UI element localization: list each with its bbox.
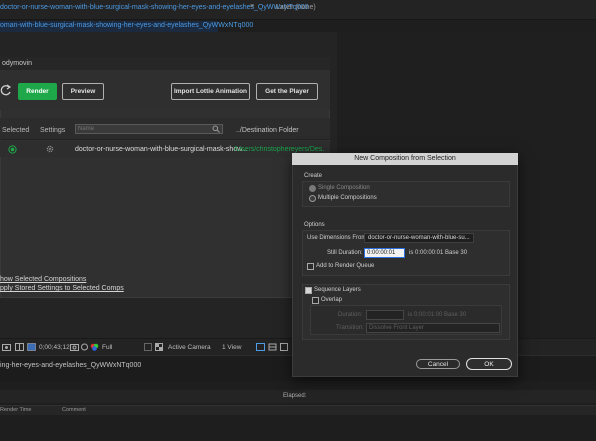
- import-lottie-button[interactable]: Import Lottie Animation: [171, 83, 250, 100]
- add-render-queue-label: Add to Render Queue: [316, 263, 375, 269]
- bodymovin-title: odymovin: [2, 60, 32, 67]
- region-of-interest-icon[interactable]: [144, 343, 152, 351]
- ok-button[interactable]: OK: [466, 358, 512, 370]
- add-render-queue-checkbox[interactable]: [307, 263, 314, 270]
- still-duration-value: 0:00:00:01: [367, 250, 396, 256]
- cancel-button[interactable]: Cancel: [416, 359, 460, 369]
- use-dims-value: doctor-or-nurse-woman-with-blue-su...: [368, 235, 470, 241]
- create-section-label: Create: [304, 173, 323, 179]
- elapsed-label: Elapsed:: [283, 393, 307, 399]
- col-selected: Selected: [2, 127, 30, 134]
- search-icon: [212, 125, 220, 133]
- duration-field: [366, 310, 404, 320]
- use-dims-label: Use Dimensions From:: [307, 235, 369, 241]
- comp-subtab[interactable]: oman-with-blue-surgical-mask-showing-her…: [0, 22, 253, 29]
- timeline-icon[interactable]: [280, 343, 288, 351]
- overlap-checkbox[interactable]: [312, 297, 319, 304]
- show-snapshot-icon[interactable]: [81, 343, 88, 351]
- col-comment: Comment: [62, 407, 86, 413]
- selected-radio-icon[interactable]: [8, 145, 17, 154]
- camera-dropdown[interactable]: Active Camera: [168, 344, 211, 351]
- col-render-time: Render Time: [0, 407, 32, 413]
- row-destination-link[interactable]: /Users/christophereyers/Des...: [234, 146, 324, 153]
- refresh-icon[interactable]: [0, 83, 12, 97]
- still-duration-field[interactable]: 0:00:00:01: [364, 248, 405, 258]
- row-comp-name: doctor-or-nurse-woman-with-blue-surgical…: [75, 146, 248, 153]
- col-settings: Settings: [40, 127, 66, 134]
- transition-value: Dissolve Front Layer: [369, 325, 425, 331]
- options-section-label: Options: [304, 222, 325, 228]
- snapshot-icon[interactable]: [27, 343, 36, 351]
- queue-header: [0, 405, 596, 415]
- bodymovin-titlebar: [0, 57, 330, 70]
- transparency-grid-icon[interactable]: [155, 343, 163, 351]
- search-input[interactable]: [75, 124, 223, 134]
- multiple-comps-radio[interactable]: [309, 195, 316, 202]
- transition-label: Transition:: [336, 325, 364, 331]
- sequence-layers-label: Sequence Layers: [314, 287, 361, 293]
- color-channel-icon[interactable]: [90, 343, 99, 351]
- multiple-comps-label: Multiple Compositions: [318, 195, 377, 201]
- still-duration-info: is 0:00:00:01 Base 30: [409, 250, 468, 256]
- view-layout-dropdown[interactable]: 1 View: [222, 344, 241, 351]
- timeline-tab[interactable]: ing-her-eyes-and-eyelashes_QyWWxNTq000: [0, 362, 141, 369]
- single-comp-radio[interactable]: [309, 185, 316, 192]
- snapshot-camera-icon[interactable]: [70, 343, 79, 351]
- grid-icon[interactable]: [15, 343, 24, 351]
- tab-composition[interactable]: doctor-or-nurse-woman-with-blue-surgical…: [0, 4, 309, 11]
- single-comp-label: Single Composition: [318, 185, 370, 191]
- tab-menu-icon[interactable]: ≡: [250, 3, 254, 10]
- fast-previews-icon[interactable]: [268, 343, 277, 351]
- gear-icon[interactable]: [46, 145, 54, 153]
- toggle-pixel-aspect-icon[interactable]: [256, 343, 265, 351]
- tab-layer[interactable]: Layer (none): [276, 4, 316, 11]
- still-duration-label: Still Duration:: [327, 250, 363, 256]
- use-dims-dropdown[interactable]: doctor-or-nurse-woman-with-blue-su...: [364, 233, 474, 243]
- col-destination: ../Destination Folder: [236, 127, 299, 134]
- show-selected-link[interactable]: how Selected Compositions: [0, 276, 86, 283]
- preview-button[interactable]: Preview: [62, 83, 104, 100]
- dialog-title: New Composition from Selection: [354, 155, 456, 162]
- apply-settings-link[interactable]: pply Stored Settings to Selected Comps: [0, 285, 124, 292]
- duration-label: Duration:: [338, 312, 363, 318]
- render-button[interactable]: Render: [18, 83, 57, 100]
- timecode-display[interactable]: 0;00;43;12: [39, 344, 70, 351]
- get-player-button[interactable]: Get the Player: [256, 83, 318, 100]
- camera-icon[interactable]: [2, 343, 11, 351]
- duration-info: is 0:00:01:00 Base 30: [408, 312, 467, 318]
- overlap-label: Overlap: [321, 297, 343, 303]
- sequence-layers-checkbox[interactable]: [305, 287, 312, 294]
- resolution-dropdown[interactable]: Full: [102, 344, 112, 351]
